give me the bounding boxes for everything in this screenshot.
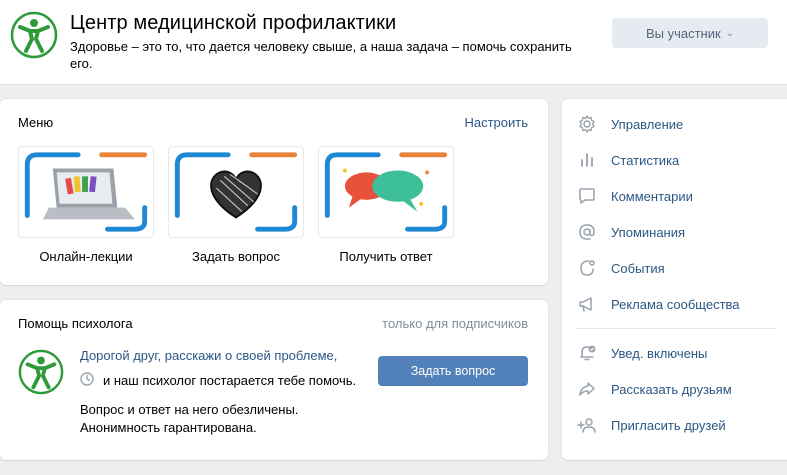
share-icon [576,378,598,400]
group-title: Центр медицинской профилактики [70,12,397,34]
group-actions-sidebar: Управление Статистика Комментарии Упомин… [562,99,787,460]
laptop-icon [24,152,148,232]
heart-icon [174,152,298,232]
sidebar-item-comments[interactable]: Комментарии [576,182,776,210]
help-anonymity-line2: Анонимность гарантирована. [80,420,257,435]
help-anonymity-line1: Вопрос и ответ на него обезличены. [80,402,299,417]
group-logo[interactable] [10,11,58,59]
member-button-label: Вы участник [645,25,721,41]
configure-link[interactable]: Настроить [464,115,528,130]
sidebar-item-label: Упоминания [611,224,686,240]
subscribers-only-note: только для подписчиков [382,316,528,331]
sidebar-item-manage[interactable]: Управление [576,110,776,138]
group-status: Здоровье – это то, что дается человеку с… [70,39,572,71]
sidebar-item-stats[interactable]: Статистика [576,146,776,174]
group-header: Центр медицинской профилактики Здоровье … [0,0,787,85]
sidebar-item-label: События [611,260,665,276]
bell-check-icon [576,342,598,364]
menu-title: Меню [18,115,54,130]
ask-question-button[interactable]: Задать вопрос [378,356,528,386]
gear-icon [576,113,598,135]
sidebar-item-label: Рассказать друзьям [611,381,732,397]
event-icon [576,257,598,279]
menu-tile-lectures-label[interactable]: Онлайн-лекции [18,249,154,264]
sidebar-item-notifications[interactable]: Увед. включены [576,339,776,367]
menu-tile-answer-label[interactable]: Получить ответ [318,249,454,264]
at-icon [576,221,598,243]
menu-block: Меню Настроить Онлайн-лекции Задать вопр… [0,99,548,285]
stats-icon [576,149,598,171]
menu-tile-ask-label[interactable]: Задать вопрос [168,249,304,264]
sidebar-item-invite[interactable]: Пригласить друзей [576,411,776,439]
chevron-down-icon: ⌄ [725,27,735,39]
sidebar-item-label: Пригласить друзей [611,417,726,433]
member-button[interactable]: Вы участник ⌄ [612,18,768,48]
psychologist-block: Помощь психолога только для подписчиков … [0,300,548,460]
megaphone-icon [576,293,598,315]
sidebar-item-label: Комментарии [611,188,693,204]
menu-tile-ask[interactable] [168,146,304,238]
sidebar-item-label: Увед. включены [611,345,708,361]
sidebar-item-ads[interactable]: Реклама сообщества [576,290,776,318]
psychologist-title: Помощь психолога [18,316,133,331]
add-user-icon [576,414,598,436]
menu-tile-answer[interactable] [318,146,454,238]
clock-icon [80,372,94,386]
sidebar-item-events[interactable]: События [576,254,776,282]
speech-bubbles-icon [324,152,448,232]
help-description-line2: и наш психолог постарается тебе помочь. [103,373,357,388]
sidebar-divider [576,328,776,329]
sidebar-item-label: Статистика [611,152,680,168]
sidebar-item-mentions[interactable]: Упоминания [576,218,776,246]
group-logo-small [18,349,64,395]
comment-icon [576,185,598,207]
sidebar-item-share[interactable]: Рассказать друзьям [576,375,776,403]
menu-tile-lectures[interactable] [18,146,154,238]
sidebar-item-label: Управление [611,116,684,132]
help-description-line1: Дорогой друг, расскажи о своей проблеме, [80,348,338,363]
sidebar-item-label: Реклама сообщества [611,296,740,312]
